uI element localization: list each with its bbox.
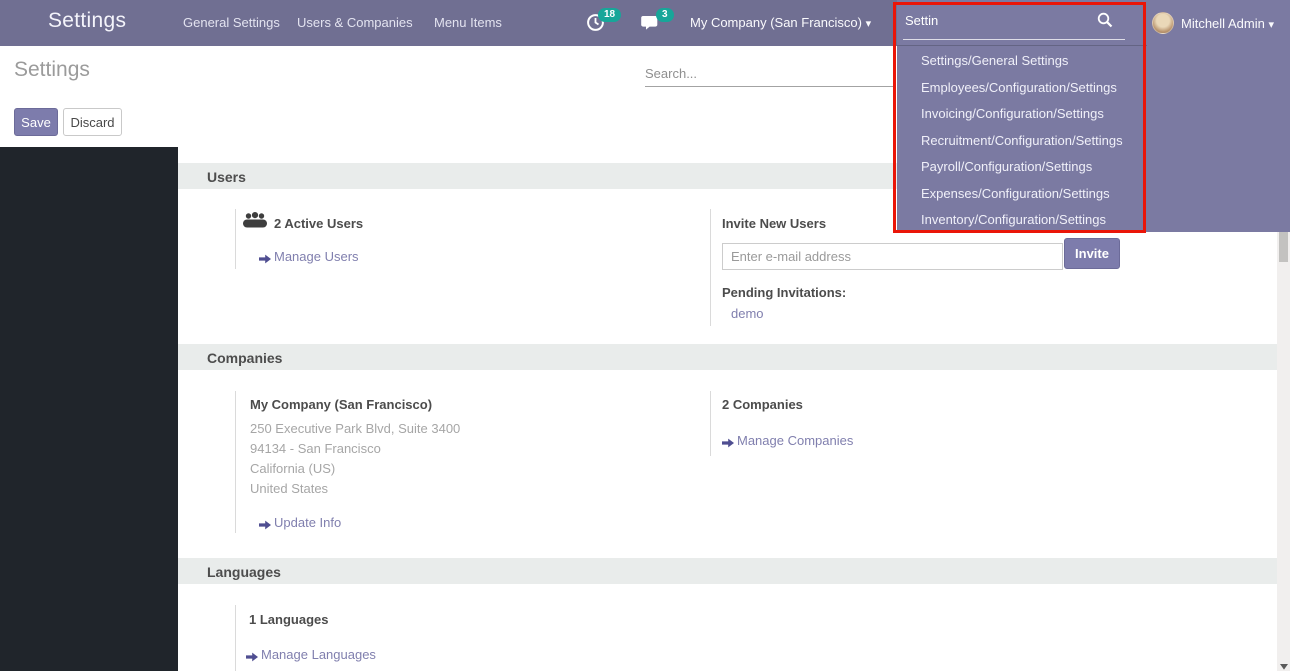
user-menu[interactable]: Mitchell Admin ▾ [1181,16,1274,31]
messages-badge: 3 [656,8,674,22]
company-address-line: United States [250,481,328,496]
arrow-right-icon [722,435,734,453]
section-header-languages: Languages [178,558,1277,584]
arrow-right-icon [246,649,258,667]
invite-email-input[interactable] [722,243,1063,270]
save-button[interactable]: Save [14,108,58,136]
highlight-annotation-box [893,2,1146,233]
breadcrumb: Settings [14,58,90,82]
arrow-right-icon [259,517,271,535]
invite-button[interactable]: Invite [1064,238,1120,269]
languages-count: 1 Languages [249,612,328,627]
manage-users-link[interactable]: Manage Users [274,249,359,264]
active-users-icon [243,211,267,233]
nav-menu-menu-items[interactable]: Menu Items [434,15,502,30]
divider [710,209,711,326]
divider [235,391,236,533]
section-header-companies: Companies [178,344,1277,370]
companies-count: 2 Companies [722,397,803,412]
nav-menu-users-companies[interactable]: Users & Companies [297,15,413,30]
settings-app-sidebar [0,147,178,671]
manage-languages-link[interactable]: Manage Languages [261,647,376,662]
settings-page: Settings General Settings Users & Compan… [0,0,1290,671]
scrollbar-down-arrow-icon[interactable] [1280,657,1288,671]
invite-new-users-label: Invite New Users [722,216,826,231]
discard-button[interactable]: Discard [63,108,122,136]
pending-invitations-label: Pending Invitations: [722,285,846,300]
content-search-input[interactable] [645,60,895,87]
chevron-down-icon: ▾ [1268,19,1274,31]
app-title: Settings [48,9,126,33]
nav-menu-general-settings[interactable]: General Settings [183,15,280,30]
company-address-line: California (US) [250,461,335,476]
manage-companies-link[interactable]: Manage Companies [737,433,853,448]
company-name: My Company (San Francisco) [250,397,432,412]
arrow-right-icon [259,251,271,269]
divider [235,605,236,671]
avatar[interactable] [1152,12,1174,34]
company-switcher[interactable]: My Company (San Francisco) ▾ [690,15,871,30]
company-address-line: 94134 - San Francisco [250,441,381,456]
active-users-count: 2 Active Users [274,216,363,231]
chevron-down-icon: ▾ [866,18,872,30]
divider [710,391,711,456]
divider [235,209,236,269]
company-address-line: 250 Executive Park Blvd, Suite 3400 [250,421,460,436]
activities-badge: 18 [598,8,621,22]
update-info-link[interactable]: Update Info [274,515,341,530]
pending-user-link[interactable]: demo [731,306,764,321]
